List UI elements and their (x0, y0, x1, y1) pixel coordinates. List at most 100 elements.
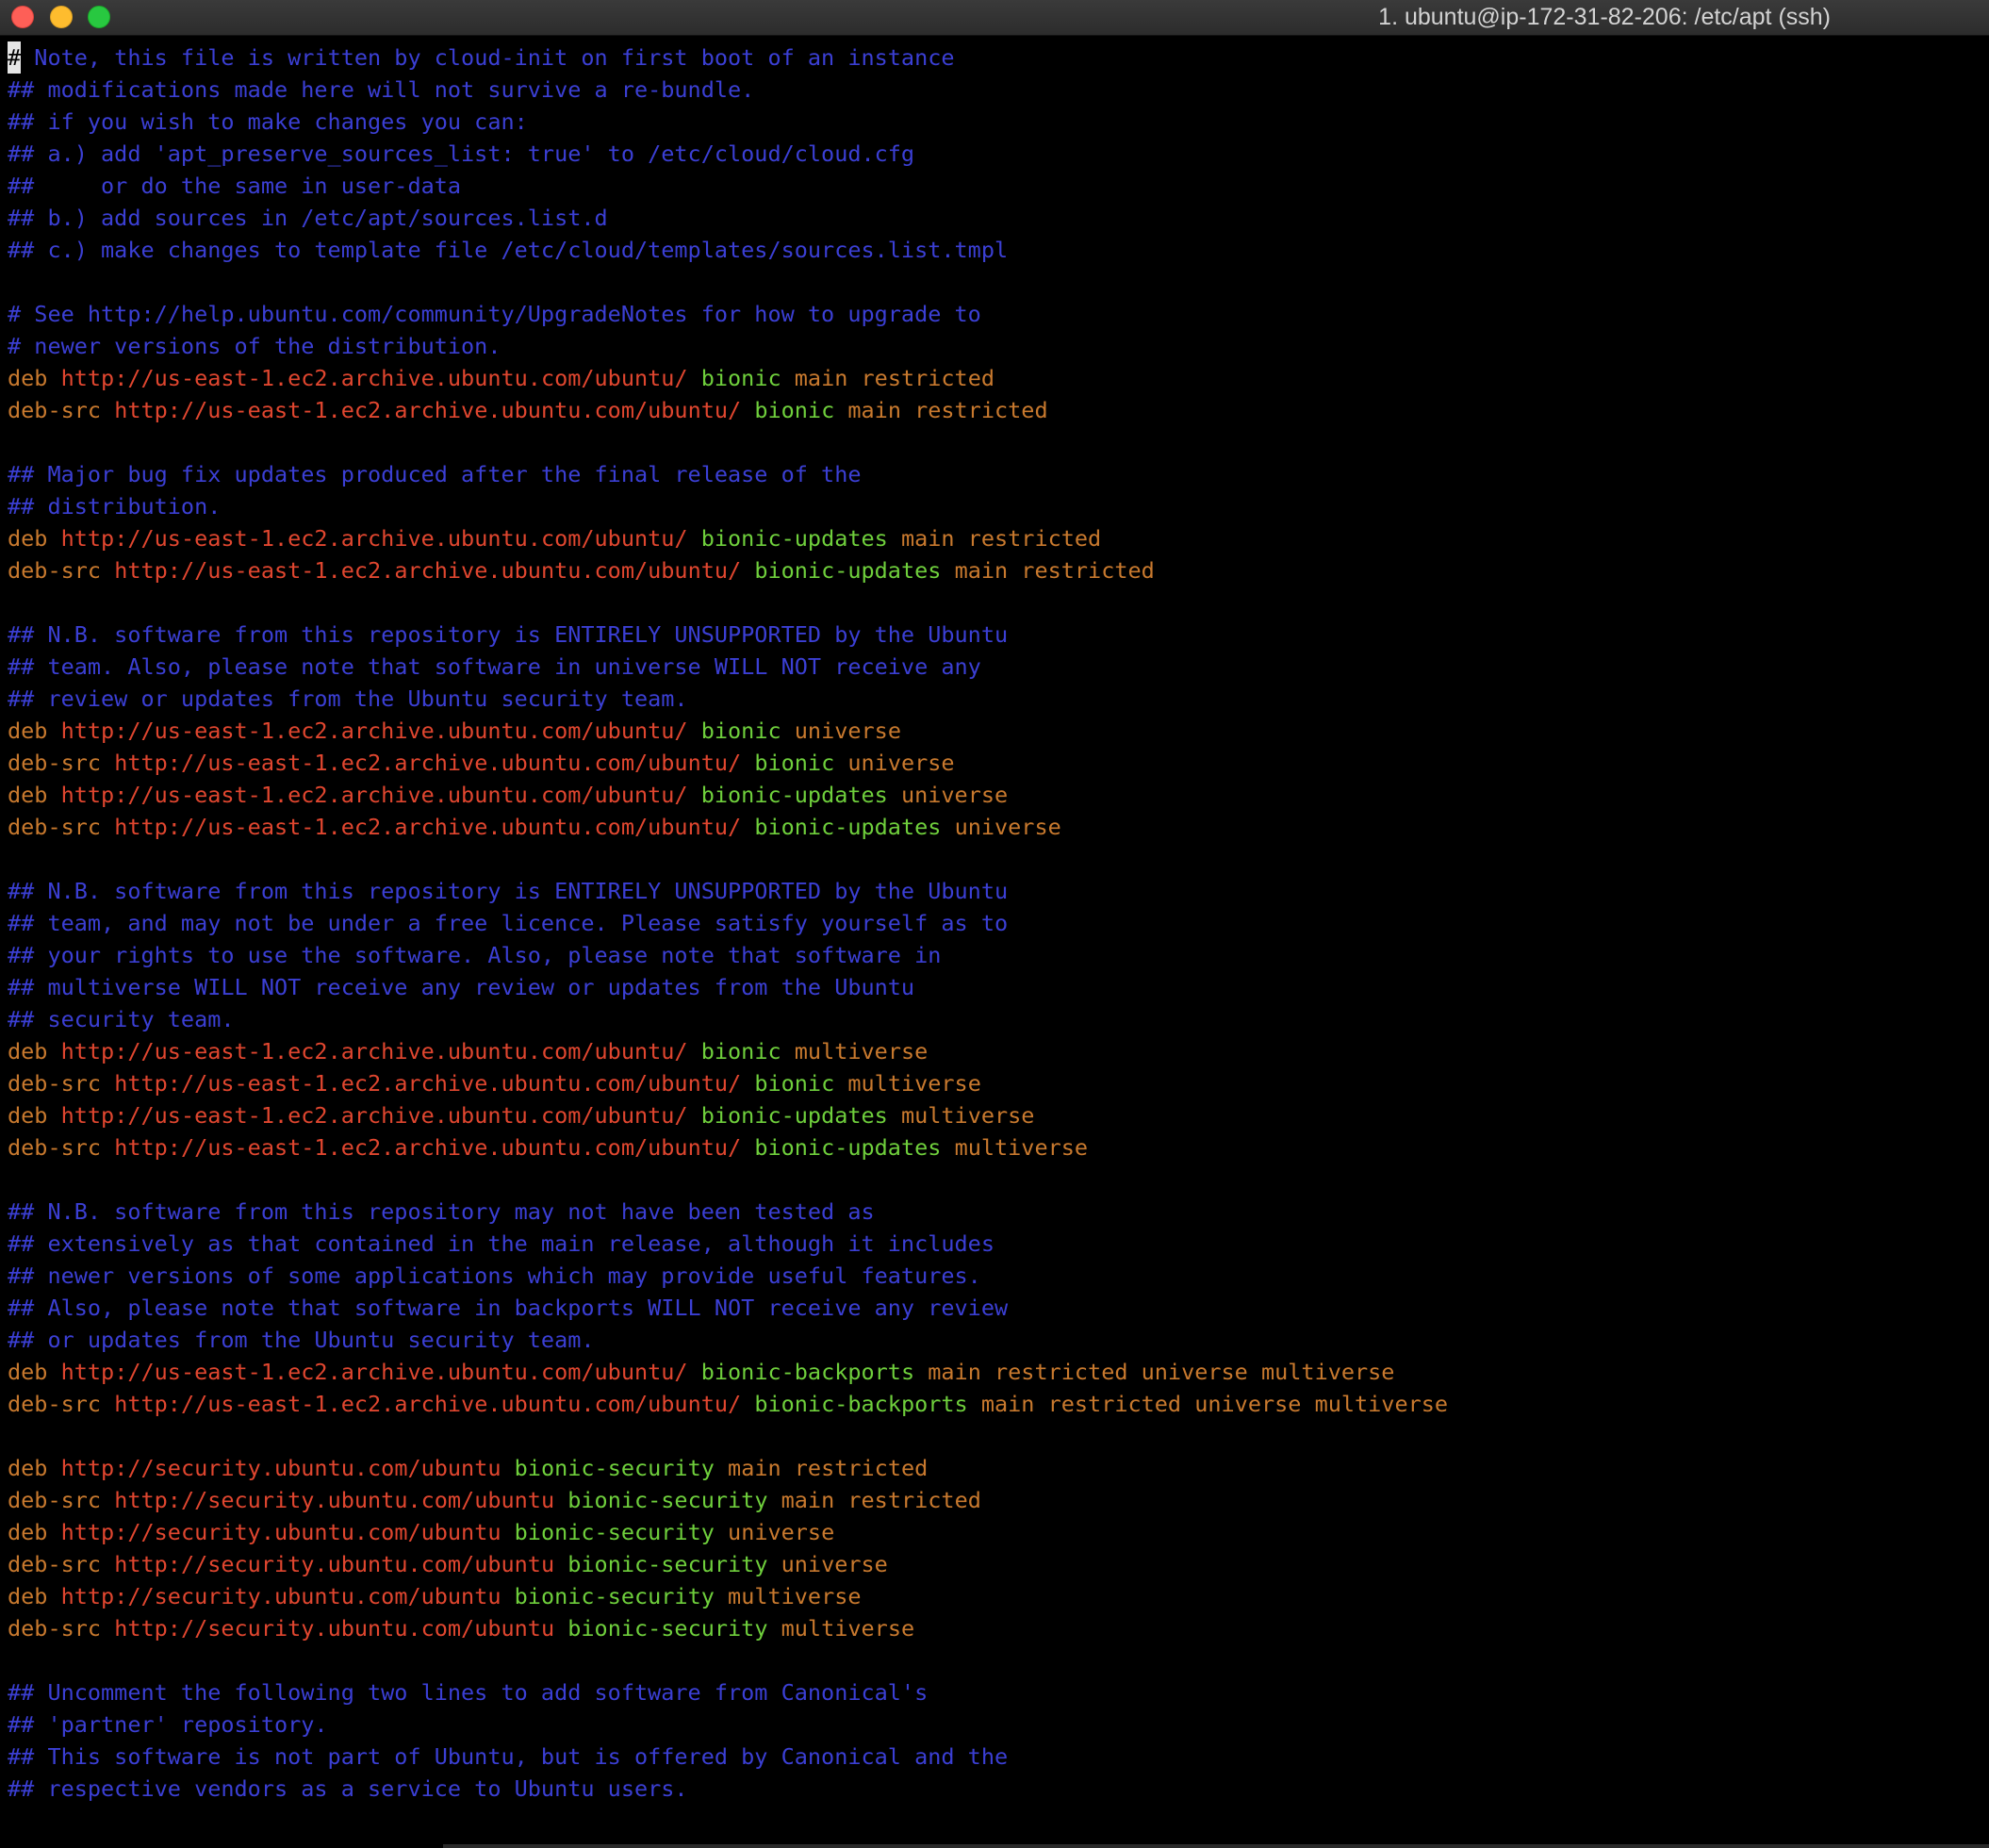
source-url: http://us-east-1.ec2.archive.ubuntu.com/… (60, 782, 688, 808)
terminal-line: ## your rights to use the software. Also… (8, 942, 942, 968)
source-distribution: bionic-security (567, 1615, 768, 1642)
source-components: main restricted universe multiverse (928, 1359, 1395, 1385)
source-type: deb (8, 1102, 48, 1129)
terminal-line: ## security team. (8, 1006, 235, 1032)
source-type: deb (8, 1583, 48, 1609)
terminal-line: ## team, and may not be under a free lic… (8, 910, 1009, 936)
terminal-line: deb-src http://us-east-1.ec2.archive.ubu… (8, 554, 1981, 586)
terminal-output[interactable]: # Note, this file is written by cloud-in… (8, 41, 1981, 1833)
source-distribution: bionic-backports (754, 1391, 968, 1417)
terminal-line: ## b.) add sources in /etc/apt/sources.l… (8, 205, 608, 231)
source-type: deb-src (8, 750, 102, 776)
terminal-line: ## N.B. software from this repository is… (8, 878, 1009, 904)
terminal-line: ## team. Also, please note that software… (8, 653, 981, 680)
source-type: deb (8, 525, 48, 552)
source-type: deb (8, 718, 48, 744)
window-titlebar[interactable]: 1. ubuntu@ip-172-31-82-206: /etc/apt (ss… (0, 0, 1989, 36)
source-url: http://us-east-1.ec2.archive.ubuntu.com/… (60, 1102, 688, 1129)
terminal-line: ## a.) add 'apt_preserve_sources_list: t… (8, 140, 915, 167)
source-components: multiverse (794, 1038, 929, 1064)
terminal-line: ## or do the same in user-data (8, 173, 462, 199)
terminal-line: deb http://us-east-1.ec2.archive.ubuntu.… (8, 1099, 1981, 1131)
source-components: multiverse (781, 1615, 915, 1642)
source-distribution: bionic-updates (754, 814, 942, 840)
terminal-line: deb-src http://security.ubuntu.com/ubunt… (8, 1548, 1981, 1580)
terminal-line: deb-src http://security.ubuntu.com/ubunt… (8, 1612, 1981, 1644)
source-distribution: bionic-updates (754, 1134, 942, 1161)
source-type: deb-src (8, 814, 102, 840)
source-url: http://security.ubuntu.com/ubuntu (114, 1615, 555, 1642)
terminal-line: ## Uncomment the following two lines to … (8, 1679, 929, 1706)
terminal-line: ## or updates from the Ubuntu security t… (8, 1327, 595, 1353)
source-components: multiverse (847, 1070, 981, 1097)
source-type: deb (8, 365, 48, 391)
source-components: main restricted (954, 557, 1155, 584)
source-type: deb (8, 1359, 48, 1385)
source-components: main restricted (728, 1455, 929, 1481)
source-components: multiverse (728, 1583, 862, 1609)
terminal-line: deb http://security.ubuntu.com/ubuntu bi… (8, 1516, 1981, 1548)
source-url: http://us-east-1.ec2.archive.ubuntu.com/… (114, 1391, 742, 1417)
source-url: http://security.ubuntu.com/ubuntu (114, 1551, 555, 1577)
terminal-line: ## Major bug fix updates produced after … (8, 461, 862, 487)
terminal-line: ## extensively as that contained in the … (8, 1230, 994, 1257)
terminal-line: ## modifications made here will not surv… (8, 76, 755, 103)
source-type: deb-src (8, 1551, 102, 1577)
source-url: http://us-east-1.ec2.archive.ubuntu.com/… (60, 525, 688, 552)
terminal-line: # newer versions of the distribution. (8, 333, 501, 359)
source-distribution: bionic-security (514, 1583, 715, 1609)
horizontal-scrollbar[interactable] (443, 1844, 1989, 1848)
source-type: deb-src (8, 1391, 102, 1417)
zoom-window-button[interactable] (88, 6, 110, 28)
source-distribution: bionic (700, 718, 781, 744)
terminal-line: deb http://us-east-1.ec2.archive.ubuntu.… (8, 715, 1981, 747)
window-title: 1. ubuntu@ip-172-31-82-206: /etc/apt (ss… (1378, 4, 1831, 30)
terminal-line: deb http://us-east-1.ec2.archive.ubuntu.… (8, 1356, 1981, 1388)
terminal-line: deb-src http://us-east-1.ec2.archive.ubu… (8, 747, 1981, 779)
terminal-line: ## multiverse WILL NOT receive any revie… (8, 974, 915, 1000)
source-url: http://security.ubuntu.com/ubuntu (60, 1583, 501, 1609)
source-components: universe (900, 782, 1009, 808)
terminal-line: ## This software is not part of Ubuntu, … (8, 1743, 1009, 1770)
source-distribution: bionic-updates (700, 1102, 888, 1129)
source-distribution: bionic (754, 1070, 835, 1097)
source-type: deb-src (8, 1487, 102, 1513)
source-url: http://us-east-1.ec2.archive.ubuntu.com/… (60, 365, 688, 391)
terminal-line: deb http://us-east-1.ec2.archive.ubuntu.… (8, 779, 1981, 811)
source-distribution: bionic-updates (700, 782, 888, 808)
terminal-line: ## Also, please note that software in ba… (8, 1295, 1009, 1321)
source-distribution: bionic-backports (700, 1359, 915, 1385)
terminal-line: deb-src http://us-east-1.ec2.archive.ubu… (8, 1067, 1981, 1099)
terminal-line: ## c.) make changes to template file /et… (8, 237, 1009, 263)
source-type: deb-src (8, 1615, 102, 1642)
source-url: http://us-east-1.ec2.archive.ubuntu.com/… (114, 814, 742, 840)
terminal-line: deb-src http://us-east-1.ec2.archive.ubu… (8, 1131, 1981, 1163)
terminal-line: ## N.B. software from this repository ma… (8, 1198, 875, 1225)
source-components: main restricted (781, 1487, 981, 1513)
source-type: deb-src (8, 1134, 102, 1161)
source-distribution: bionic-security (567, 1551, 768, 1577)
terminal-line: ## distribution. (8, 493, 222, 520)
source-components: multiverse (900, 1102, 1035, 1129)
terminal-line: deb-src http://us-east-1.ec2.archive.ubu… (8, 1388, 1981, 1420)
source-url: http://us-east-1.ec2.archive.ubuntu.com/… (114, 1134, 742, 1161)
source-distribution: bionic (754, 750, 835, 776)
source-type: deb (8, 1455, 48, 1481)
terminal-line: deb http://us-east-1.ec2.archive.ubuntu.… (8, 362, 1981, 394)
close-window-button[interactable] (11, 6, 34, 28)
source-components: main restricted universe multiverse (980, 1391, 1449, 1417)
source-components: main restricted (794, 365, 995, 391)
source-url: http://security.ubuntu.com/ubuntu (60, 1455, 501, 1481)
source-distribution: bionic-security (514, 1455, 715, 1481)
source-distribution: bionic (700, 365, 781, 391)
comment-text: Note, this file is written by cloud-init… (21, 44, 955, 71)
minimize-window-button[interactable] (50, 6, 73, 28)
terminal-line: ## newer versions of some applications w… (8, 1262, 981, 1289)
terminal-line: ## if you wish to make changes you can: (8, 108, 528, 135)
source-distribution: bionic-updates (754, 557, 942, 584)
